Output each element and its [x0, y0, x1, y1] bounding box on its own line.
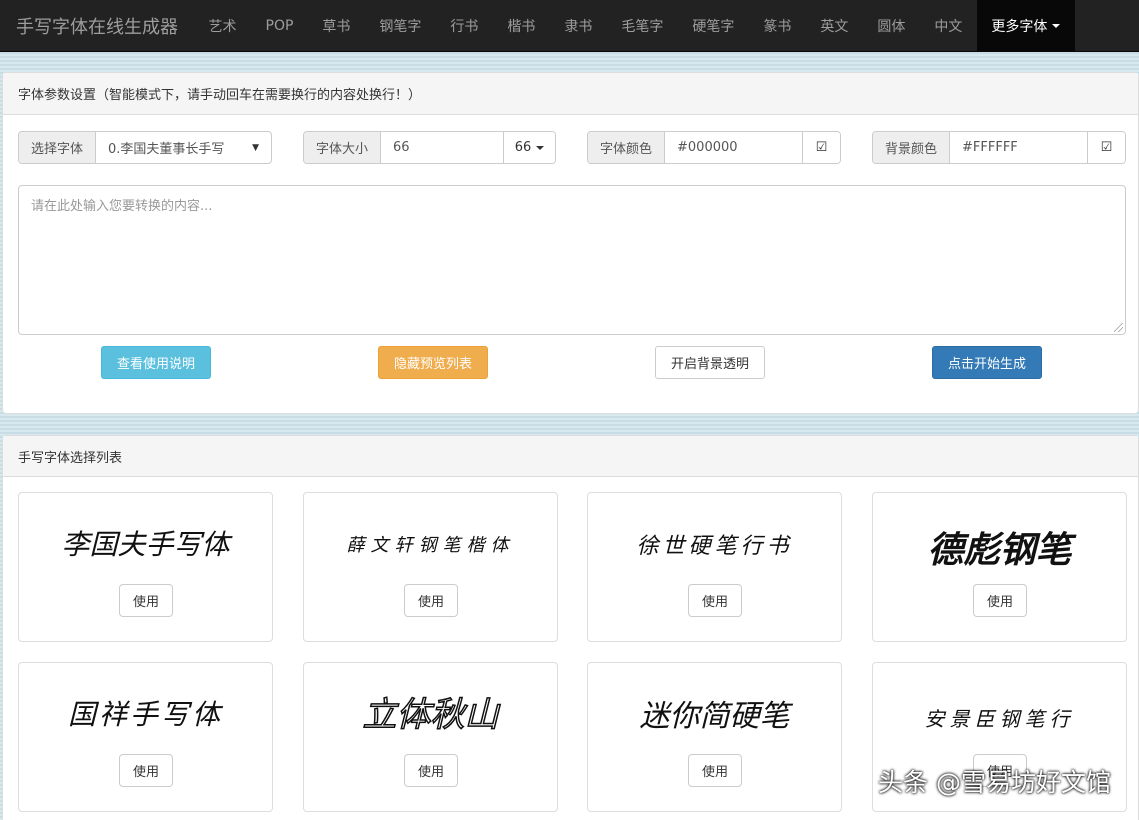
- checkbox-check-icon: ☑: [1100, 140, 1113, 155]
- font-size-input[interactable]: 66: [381, 132, 503, 163]
- use-font-button[interactable]: 使用: [688, 754, 742, 787]
- use-font-button[interactable]: 使用: [973, 584, 1027, 617]
- font-preview: 安景臣钢笔行: [924, 707, 1075, 731]
- nav-item-clerical[interactable]: 隶书: [550, 0, 607, 51]
- nav-item-round[interactable]: 圆体: [863, 0, 920, 51]
- nav-item-regular[interactable]: 楷书: [493, 0, 550, 51]
- bg-color-picker-button[interactable]: ☑: [1087, 132, 1125, 163]
- use-font-button[interactable]: 使用: [404, 754, 458, 787]
- nav-item-pen[interactable]: 钢笔字: [365, 0, 436, 51]
- bg-color-group: 背景颜色 #FFFFFF ☑: [872, 131, 1126, 164]
- textarea-placeholder: 请在此处输入您要转换的内容...: [31, 199, 213, 214]
- font-preview: 立体秋山: [362, 694, 500, 736]
- font-size-label: 字体大小: [304, 132, 382, 163]
- nav-item-running[interactable]: 行书: [436, 0, 493, 51]
- hide-preview-button[interactable]: 隐藏预览列表: [378, 346, 488, 379]
- nav-item-chinese[interactable]: 中文: [920, 0, 977, 51]
- use-font-button[interactable]: 使用: [688, 584, 742, 617]
- transparent-bg-button[interactable]: 开启背景透明: [655, 346, 765, 379]
- font-color-label: 字体颜色: [588, 132, 666, 163]
- font-size-dropdown[interactable]: 66: [503, 132, 555, 163]
- bg-color-input[interactable]: #FFFFFF: [950, 132, 1087, 163]
- caret-down-icon: [536, 145, 545, 150]
- font-card: 国祥手写体 使用: [18, 662, 273, 812]
- nav-item-art[interactable]: 艺术: [194, 0, 251, 51]
- bg-color-label: 背景颜色: [873, 132, 951, 163]
- nav-item-seal[interactable]: 篆书: [749, 0, 806, 51]
- nav-item-hardpen[interactable]: 硬笔字: [678, 0, 749, 51]
- navbar-brand[interactable]: 手写字体在线生成器: [0, 0, 194, 51]
- nav-item-brush[interactable]: 毛笔字: [607, 0, 678, 51]
- font-card: 李国夫手写体 使用: [18, 492, 273, 642]
- font-preview: 德彪钢笔: [927, 529, 1072, 571]
- resize-grip-icon[interactable]: [1114, 323, 1123, 332]
- caret-down-icon: [1052, 23, 1061, 28]
- font-preview: 李国夫手写体: [61, 528, 230, 561]
- checkbox-check-icon: ☑: [815, 140, 828, 155]
- watermark-text: 头条 @雪易坊好文馆: [878, 768, 1111, 797]
- font-preview: 迷你简硬笔: [639, 699, 790, 734]
- generate-button[interactable]: 点击开始生成: [932, 346, 1042, 379]
- settings-heading: 字体参数设置（智能模式下，请手动回车在需要换行的内容处换行！）: [3, 73, 1138, 115]
- font-card: 徐世硬笔行书 使用: [587, 492, 842, 642]
- font-size-dropdown-value: 66: [514, 140, 532, 155]
- more-fonts-label: 更多字体: [991, 18, 1048, 35]
- font-preview: 国祥手写体: [67, 698, 223, 731]
- font-preview: 徐世硬笔行书: [636, 534, 793, 559]
- use-font-button[interactable]: 使用: [119, 584, 173, 617]
- settings-panel: 字体参数设置（智能模式下，请手动回车在需要换行的内容处换行！） 选择字体 0.李…: [2, 72, 1139, 414]
- font-select[interactable]: 0.李国夫董事长手写 ▼: [96, 132, 271, 163]
- font-select-label: 选择字体: [19, 132, 97, 163]
- font-list-heading: 手写字体选择列表: [3, 436, 1138, 477]
- nav-item-pop[interactable]: POP: [251, 0, 308, 51]
- font-card: 立体秋山 使用: [303, 662, 558, 812]
- font-size-group: 字体大小 66 66: [303, 131, 556, 164]
- help-button[interactable]: 查看使用说明: [101, 346, 211, 379]
- font-color-input[interactable]: #000000: [665, 132, 802, 163]
- nav-item-more-fonts[interactable]: 更多字体: [976, 0, 1075, 51]
- font-card: 迷你简硬笔 使用: [587, 662, 842, 812]
- font-color-group: 字体颜色 #000000 ☑: [587, 131, 841, 164]
- select-arrow-icon: ▼: [252, 142, 259, 153]
- nav-item-cursive[interactable]: 草书: [308, 0, 365, 51]
- use-font-button[interactable]: 使用: [404, 584, 458, 617]
- font-card: 薛文轩钢笔楷体 使用: [303, 492, 558, 642]
- use-font-button[interactable]: 使用: [119, 754, 173, 787]
- font-card: 德彪钢笔 使用: [872, 492, 1127, 642]
- font-color-picker-button[interactable]: ☑: [802, 132, 840, 163]
- font-select-group: 选择字体 0.李国夫董事长手写 ▼: [18, 131, 272, 164]
- top-navbar: 手写字体在线生成器 艺术 POP 草书 钢笔字 行书 楷书 隶书 毛笔字 硬笔字…: [0, 0, 1139, 52]
- nav-item-english[interactable]: 英文: [806, 0, 863, 51]
- font-select-value: 0.李国夫董事长手写: [108, 142, 225, 157]
- content-textarea[interactable]: 请在此处输入您要转换的内容...: [18, 185, 1126, 335]
- font-preview: 薛文轩钢笔楷体: [346, 535, 515, 556]
